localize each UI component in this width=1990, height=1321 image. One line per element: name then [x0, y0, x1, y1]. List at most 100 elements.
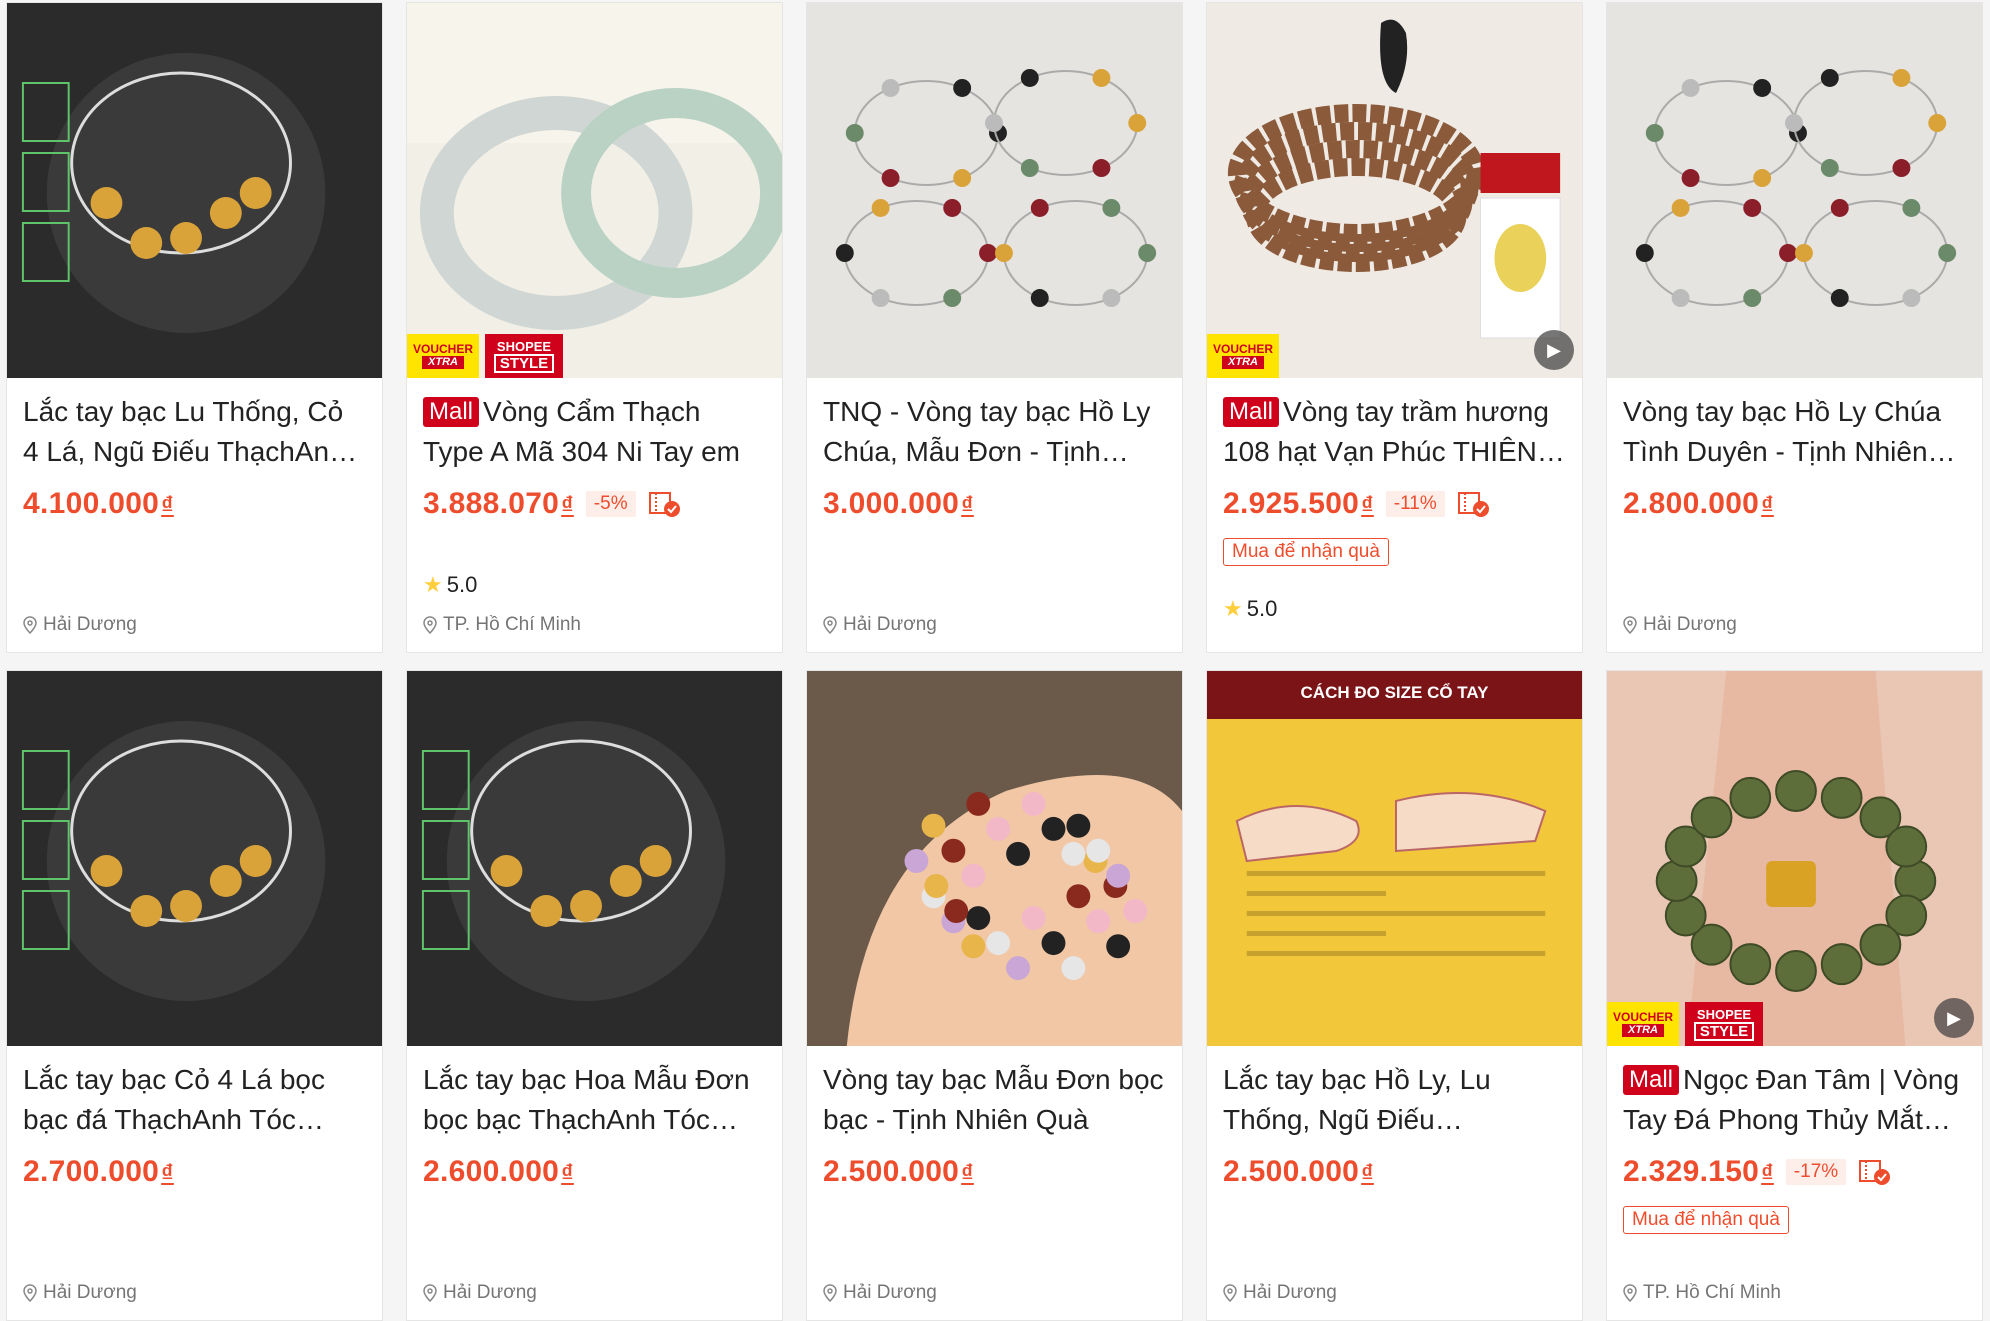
price-row: 2.500.000₫ [823, 1150, 1166, 1194]
product-info: Mall Ngọc Đan Tâm | Vòng Tay Đá Phong Thủ… [1607, 1046, 1982, 1234]
promo-badges: VOUCHER XTRA SHOPEE STYLE [407, 334, 563, 378]
voucher-badge-bottom: XTRA [1222, 356, 1264, 369]
currency-symbol: ₫ [1361, 492, 1374, 519]
currency-symbol: ₫ [1361, 1160, 1374, 1187]
product-image[interactable] [807, 671, 1182, 1046]
product-title[interactable]: TNQ - Vòng tay bạc Hồ Ly Chúa, Mẫu Đơn -… [823, 392, 1166, 472]
product-title[interactable]: Lắc tay bạc Hoa Mẫu Đơn bọc bạc ThạchAnh… [423, 1060, 766, 1140]
product-image[interactable]: CÁCH ĐO SIZE CỔ TAY [1207, 671, 1582, 1046]
product-price: 2.700.000₫ [23, 1155, 174, 1189]
mall-badge: Mall [1623, 1065, 1680, 1095]
style-badge-top: SHOPEE [1696, 1007, 1752, 1022]
product-info: Lắc tay bạc Hồ Ly, Lu Thống, Ngũ Điếu Th… [1207, 1046, 1582, 1194]
star-icon: ★ [1223, 596, 1243, 621]
product-card[interactable]: Lắc tay bạc Cỏ 4 Lá bọc bạc đá ThạchAnh … [6, 670, 383, 1321]
voucher-xtra-badge: VOUCHER XTRA [1207, 334, 1279, 378]
style-badge-bottom: STYLE [493, 354, 555, 373]
product-card[interactable]: Lắc tay bạc Lu Thống, Cỏ 4 Lá, Ngũ Điếu … [6, 2, 383, 653]
location-text: Hải Dương [1643, 614, 1737, 635]
location-pin-icon [23, 1284, 37, 1302]
gift-promo-label[interactable]: Mua để nhận quà [1223, 538, 1389, 566]
location-pin-icon [1223, 1284, 1237, 1302]
promo-badges: VOUCHER XTRA SHOPEE STYLE [1607, 1002, 1763, 1046]
style-badge-bottom: STYLE [1693, 1022, 1755, 1041]
product-price: 2.329.150₫ [1623, 1155, 1774, 1189]
mall-badge: Mall [423, 397, 480, 427]
product-photo [1207, 671, 1582, 1046]
product-title-text: Vòng tay bạc Hồ Ly Chúa Tình Duyên - Tịn… [1623, 396, 1942, 467]
product-info: Mall Vòng tay trầm hương 108 hạt Vạn Phúc… [1207, 378, 1582, 566]
product-image[interactable] [7, 671, 382, 1046]
product-card[interactable]: Lắc tay bạc Hoa Mẫu Đơn bọc bạc ThạchAnh… [406, 670, 783, 1321]
product-title[interactable]: Vòng tay bạc Mẫu Đơn bọc bạc - Tịnh Nhiê… [823, 1060, 1166, 1140]
product-title-text: Lắc tay bạc Lu Thống, Cỏ 4 Lá, Ngũ Điếu … [23, 396, 345, 467]
price-value: 2.329.150 [1623, 1155, 1760, 1188]
play-icon[interactable]: ▶ [1934, 998, 1974, 1038]
product-image[interactable]: VOUCHER XTRA SHOPEE STYLE ▶ [1607, 671, 1982, 1046]
product-title[interactable]: Mall Vòng tay trầm hương 108 hạt Vạn Phúc… [1223, 392, 1566, 472]
location-text: Hải Dương [843, 1282, 937, 1303]
currency-symbol: ₫ [1761, 1160, 1774, 1187]
voucher-badge-top: VOUCHER [412, 342, 473, 356]
image-heading: CÁCH ĐO SIZE CỔ TAY [1300, 683, 1489, 702]
product-title[interactable]: Lắc tay bạc Cỏ 4 Lá bọc bạc đá ThạchAnh … [23, 1060, 366, 1140]
product-card[interactable]: CÁCH ĐO SIZE CỔ TAY Lắc tay bạc Hồ Ly, Lu… [1206, 670, 1583, 1321]
location-text: TP. Hồ Chí Minh [1643, 1282, 1781, 1303]
product-card[interactable]: Vòng tay bạc Hồ Ly Chúa Tình Duyên - Tịn… [1606, 2, 1983, 653]
product-location: Hải Dương [823, 1282, 937, 1304]
product-title[interactable]: Lắc tay bạc Lu Thống, Cỏ 4 Lá, Ngũ Điếu … [23, 392, 366, 472]
product-grid: Lắc tay bạc Lu Thống, Cỏ 4 Lá, Ngũ Điếu … [6, 2, 1984, 1321]
product-title[interactable]: Lắc tay bạc Hồ Ly, Lu Thống, Ngũ Điếu Th… [1223, 1060, 1566, 1140]
voucher-xtra-badge: VOUCHER XTRA [1607, 1002, 1679, 1046]
location-text: Hải Dương [1243, 1282, 1337, 1303]
product-image[interactable]: VOUCHER XTRA ▶ [1207, 3, 1582, 378]
product-photo [1207, 3, 1582, 378]
product-image[interactable] [7, 3, 382, 378]
product-title-text: Lắc tay bạc Hồ Ly, Lu Thống, Ngũ Điếu Th… [1223, 1064, 1491, 1135]
product-location: Hải Dương [823, 614, 937, 636]
price-row: 2.329.150₫ -17% [1623, 1150, 1966, 1194]
product-card[interactable]: VOUCHER XTRA SHOPEE STYLE Mall Vòng Cẩm Thạch… [406, 2, 783, 653]
price-value: 2.500.000 [1223, 1155, 1360, 1188]
currency-symbol: ₫ [1761, 492, 1774, 519]
voucher-badge-top: VOUCHER [1212, 342, 1273, 356]
gift-promo-label[interactable]: Mua để nhận quà [1623, 1206, 1789, 1234]
price-value: 4.100.000 [23, 487, 160, 520]
location-text: TP. Hồ Chí Minh [443, 614, 581, 635]
play-icon[interactable]: ▶ [1534, 330, 1574, 370]
product-image[interactable] [807, 3, 1182, 378]
price-row: 2.800.000₫ [1623, 482, 1966, 526]
product-image[interactable] [1607, 3, 1982, 378]
voucher-check-icon [648, 492, 680, 517]
product-photo [807, 671, 1182, 1046]
price-value: 2.700.000 [23, 1155, 160, 1188]
price-row: 2.500.000₫ [1223, 1150, 1566, 1194]
product-info: Vòng tay bạc Hồ Ly Chúa Tình Duyên - Tịn… [1607, 378, 1982, 526]
product-title[interactable]: Mall Vòng Cẩm Thạch Type A Mã 304 Ni Tay … [423, 392, 766, 472]
product-card[interactable]: TNQ - Vòng tay bạc Hồ Ly Chúa, Mẫu Đơn -… [806, 2, 1183, 653]
product-title[interactable]: Vòng tay bạc Hồ Ly Chúa Tình Duyên - Tịn… [1623, 392, 1966, 472]
discount-badge: -11% [1385, 491, 1445, 517]
location-text: Hải Dương [43, 614, 137, 635]
currency-symbol: ₫ [161, 492, 174, 519]
price-row: 4.100.000₫ [23, 482, 366, 526]
star-icon: ★ [423, 572, 443, 597]
currency-symbol: ₫ [161, 1160, 174, 1187]
product-price: 2.500.000₫ [823, 1155, 974, 1189]
product-rating: ★ 5.0 [1223, 596, 1277, 622]
product-card[interactable]: Vòng tay bạc Mẫu Đơn bọc bạc - Tịnh Nhiê… [806, 670, 1183, 1321]
product-price: 2.600.000₫ [423, 1155, 574, 1189]
currency-symbol: ₫ [961, 1160, 974, 1187]
product-card[interactable]: VOUCHER XTRA SHOPEE STYLE ▶ Mall Ngọc Đan Tâm … [1606, 670, 1983, 1321]
voucher-badge-bottom: XTRA [1622, 1024, 1664, 1037]
product-image[interactable]: VOUCHER XTRA SHOPEE STYLE [407, 3, 782, 378]
currency-symbol: ₫ [561, 1160, 574, 1187]
product-image[interactable] [407, 671, 782, 1046]
price-row: 2.925.500₫ -11% [1223, 482, 1566, 526]
product-info: Vòng tay bạc Mẫu Đơn bọc bạc - Tịnh Nhiê… [807, 1046, 1182, 1194]
product-card[interactable]: VOUCHER XTRA ▶ Mall Vòng tay trầm hương 108 … [1206, 2, 1583, 653]
product-photo [1607, 671, 1982, 1046]
product-price: 2.500.000₫ [1223, 1155, 1374, 1189]
product-title[interactable]: Mall Ngọc Đan Tâm | Vòng Tay Đá Phong Thủ… [1623, 1060, 1966, 1140]
product-price: 3.000.000₫ [823, 487, 974, 521]
